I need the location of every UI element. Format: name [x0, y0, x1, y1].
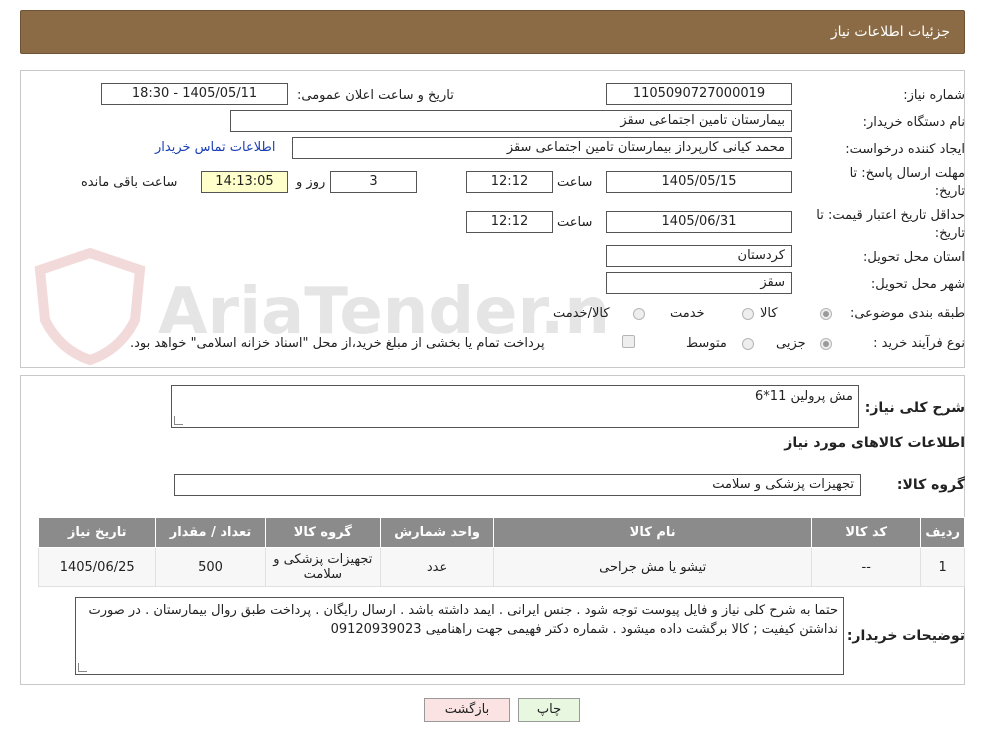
- description-field: مش پرولین 11*6: [171, 385, 859, 428]
- cell-item-group: تجهیزات پزشکی و سلامت: [264, 547, 381, 587]
- col-item-name: نام کالا: [493, 517, 813, 548]
- page-title: جزئیات اطلاعات نیاز: [830, 24, 950, 40]
- creator-label: ایجاد کننده درخواست:: [845, 142, 965, 157]
- goods-group-field: تجهیزات پزشکی و سلامت: [174, 474, 861, 496]
- description-text: مش پرولین 11*6: [755, 389, 853, 404]
- validity-date-field: 1405/06/31: [606, 211, 792, 233]
- need-number-field: 1105090727000019: [606, 83, 792, 105]
- announce-field: 1405/05/11 - 18:30: [101, 83, 288, 105]
- process-option-medium: متوسط: [686, 336, 727, 351]
- province-label: استان محل تحویل:: [863, 250, 965, 265]
- deadline-label-2: تاریخ:: [934, 184, 965, 199]
- resize-handle-icon[interactable]: [78, 663, 87, 672]
- col-need-date: تاریخ نیاز: [37, 517, 157, 548]
- process-radio-medium[interactable]: [742, 338, 754, 350]
- category-radio-service[interactable]: [742, 308, 754, 320]
- category-label: طبقه بندی موضوعی:: [849, 306, 965, 321]
- buyer-notes-text: حتما به شرح کلی نیاز و فایل پیوست توجه ش…: [88, 603, 839, 637]
- remaining-time-label: ساعت باقی مانده: [81, 175, 178, 190]
- days-label: روز و: [296, 175, 326, 190]
- city-field: سقز: [606, 272, 792, 294]
- province-field: کردستان: [606, 245, 792, 267]
- print-button[interactable]: چاپ: [518, 698, 580, 722]
- col-quantity: تعداد / مقدار: [155, 517, 266, 548]
- city-label: شهر محل تحویل:: [870, 277, 965, 292]
- resize-handle-icon[interactable]: [174, 416, 183, 425]
- validity-time-field: 12:12: [466, 211, 553, 233]
- buyer-contact-link[interactable]: اطلاعات تماس خریدار: [155, 140, 275, 155]
- category-radio-goods-service[interactable]: [633, 308, 645, 320]
- process-radio-minor[interactable]: [820, 338, 832, 350]
- process-option-minor: جزیی: [776, 336, 806, 351]
- cell-item-code: --: [811, 547, 922, 587]
- validity-label-2: تاریخ:: [934, 226, 965, 241]
- deadline-time-label: ساعت: [557, 175, 593, 190]
- cell-quantity: 500: [155, 547, 266, 587]
- creator-field: محمد کیانی کارپرداز بیمارستان تامین اجتم…: [292, 137, 792, 159]
- cell-row-number: 1: [920, 547, 965, 587]
- goods-group-label: گروه کالا:: [896, 477, 965, 493]
- table-row: 1 -- تیشو یا مش جراحی عدد تجهیزات پزشکی …: [37, 547, 965, 587]
- col-item-group: گروه کالا: [264, 517, 381, 548]
- validity-label: حداقل تاریخ اعتبار قیمت: تا: [816, 208, 965, 223]
- cell-unit: عدد: [379, 547, 495, 587]
- table-header-row: ردیف کد کالا نام کالا واحد شمارش گروه کا…: [37, 517, 965, 548]
- category-option-goods: کالا: [760, 306, 778, 321]
- deadline-date-field: 1405/05/15: [606, 171, 792, 193]
- goods-info-title: اطلاعات کالاهای مورد نیاز: [784, 435, 965, 451]
- col-row-number: ردیف: [920, 517, 965, 548]
- buyer-notes-field: حتما به شرح کلی نیاز و فایل پیوست توجه ش…: [75, 597, 844, 675]
- col-unit: واحد شمارش: [379, 517, 495, 548]
- category-option-service: خدمت: [670, 306, 705, 321]
- cell-need-date: 1405/06/25: [37, 547, 157, 587]
- col-item-code: کد کالا: [811, 517, 922, 548]
- validity-time-label: ساعت: [557, 215, 593, 230]
- buyer-org-label: نام دستگاه خریدار:: [862, 115, 965, 130]
- remaining-time-field: 14:13:05: [201, 171, 288, 193]
- deadline-label: مهلت ارسال پاسخ: تا: [849, 166, 965, 181]
- buyer-org-field: بیمارستان تامین اجتماعی سقز: [230, 110, 792, 132]
- category-option-goods-service: کالا/خدمت: [553, 306, 610, 321]
- page-header: جزئیات اطلاعات نیاز: [20, 10, 965, 54]
- cell-item-name: تیشو یا مش جراحی: [493, 547, 813, 587]
- category-radio-goods[interactable]: [820, 308, 832, 320]
- back-button[interactable]: بازگشت: [424, 698, 510, 722]
- process-label: نوع فرآیند خرید :: [873, 336, 965, 351]
- days-remaining-field: 3: [330, 171, 417, 193]
- description-label: شرح کلی نیاز:: [864, 400, 965, 416]
- payment-note: پرداخت تمام یا بخشی از مبلغ خرید،از محل …: [130, 336, 545, 351]
- need-number-label: شماره نیاز:: [903, 88, 965, 103]
- buyer-notes-label: توضیحات خریدار:: [846, 628, 965, 644]
- treasury-payment-checkbox[interactable]: [622, 335, 635, 348]
- deadline-time-field: 12:12: [466, 171, 553, 193]
- announce-label: تاریخ و ساعت اعلان عمومی:: [297, 88, 454, 103]
- items-table: ردیف کد کالا نام کالا واحد شمارش گروه کا…: [37, 517, 965, 587]
